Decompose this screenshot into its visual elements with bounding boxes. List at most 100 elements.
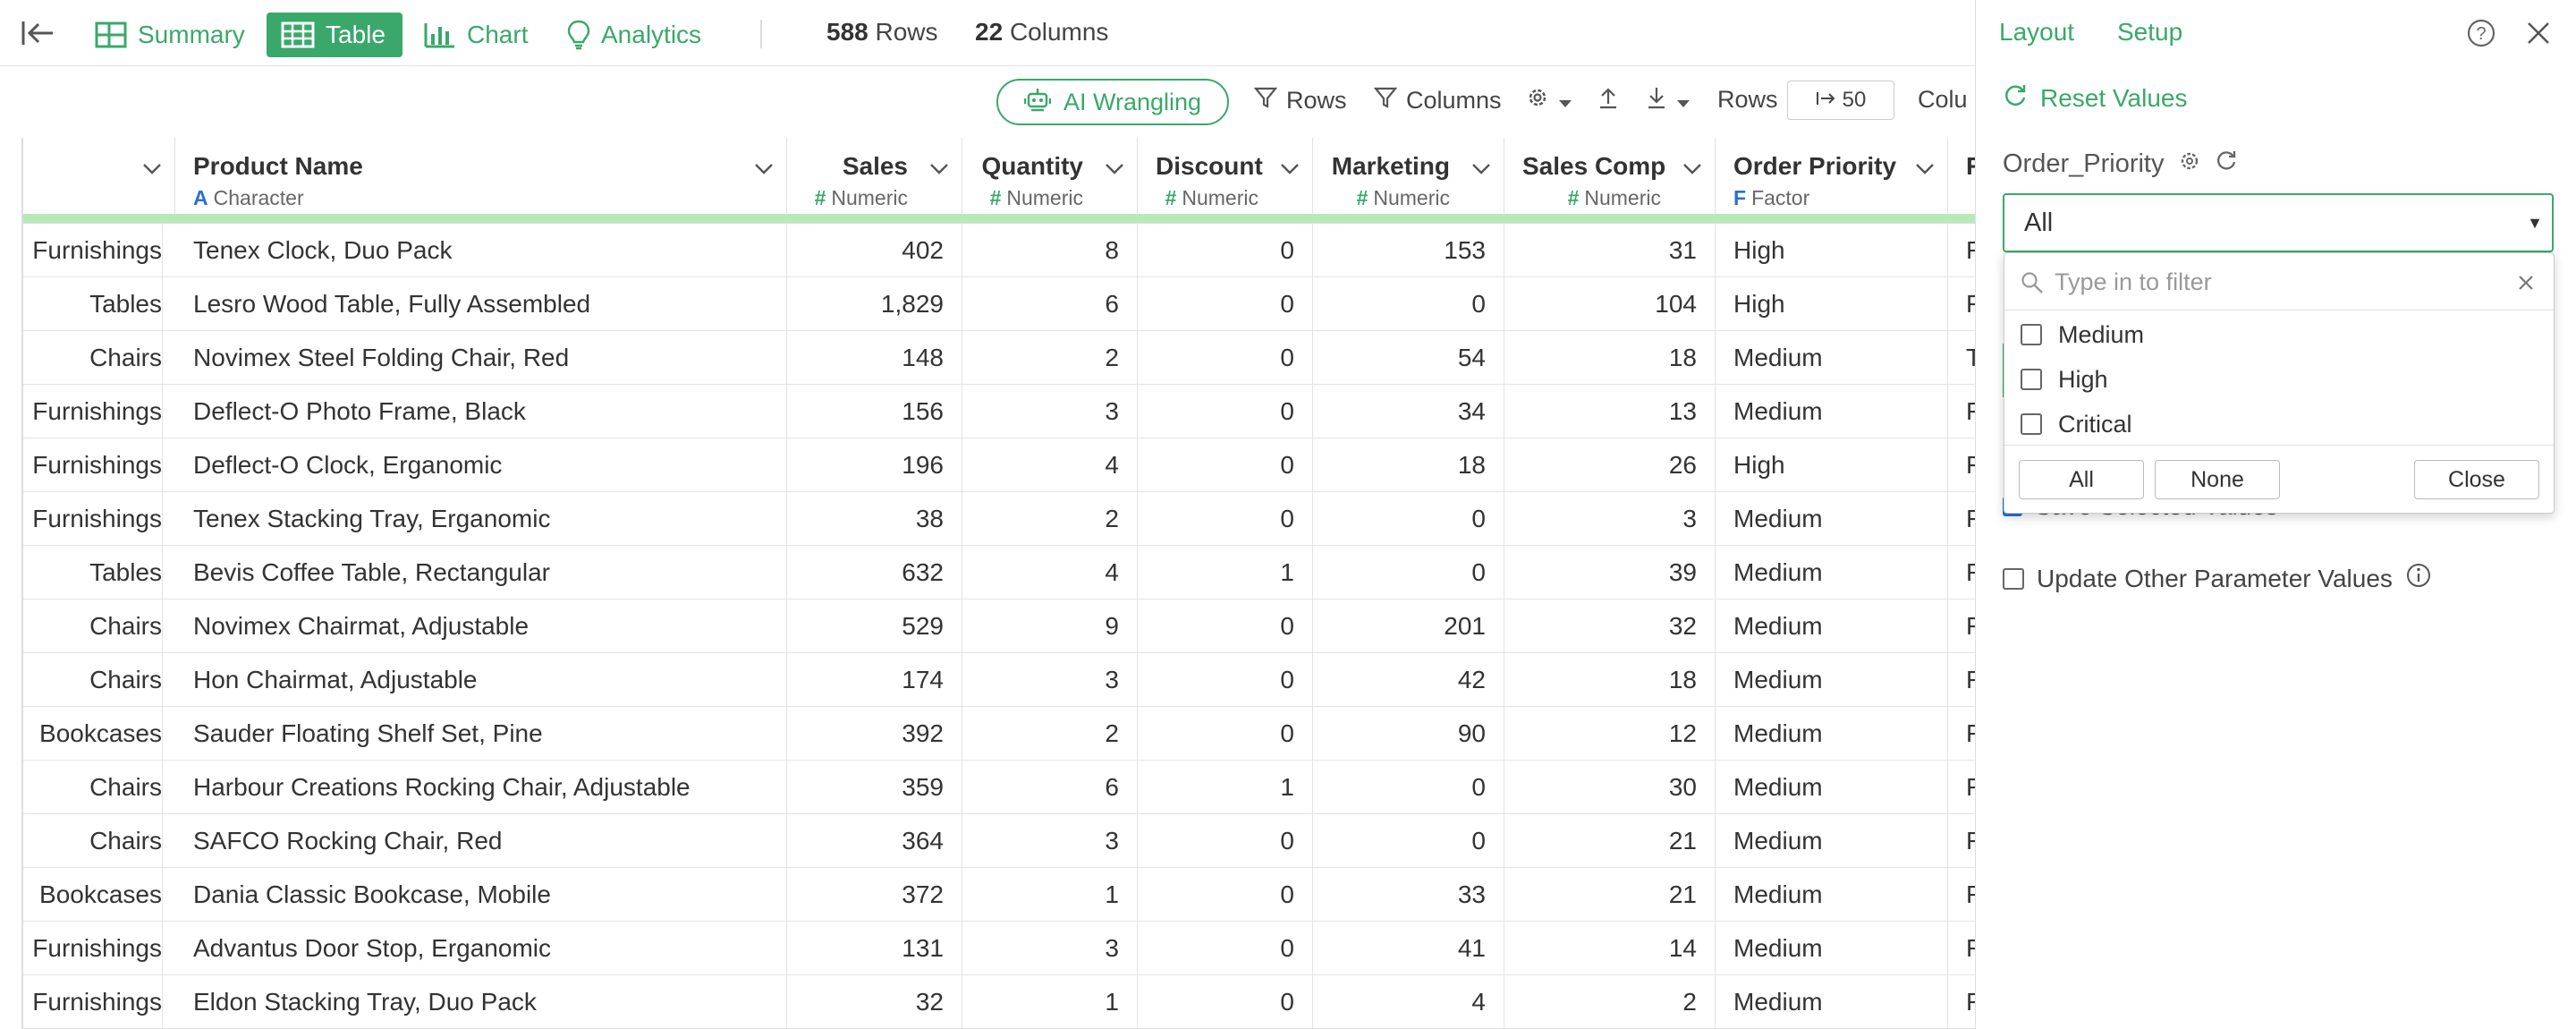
chevron-down-icon[interactable] [1280, 163, 1300, 180]
table-cell[interactable]: 2 [1504, 975, 1716, 1029]
table-cell[interactable]: F [1948, 653, 1975, 707]
table-cell[interactable]: Eldon Stacking Tray, Duo Pack [175, 975, 787, 1029]
chevron-down-icon[interactable] [1105, 163, 1124, 180]
table-cell[interactable]: Bookcases [23, 868, 163, 922]
table-cell[interactable]: Novimex Chairmat, Adjustable [175, 600, 787, 653]
table-cell[interactable]: 0 [1138, 814, 1313, 868]
table-cell[interactable]: 0 [1313, 546, 1504, 600]
table-cell[interactable]: F [1948, 438, 1975, 492]
table-cell[interactable]: F [1948, 868, 1975, 922]
ai-wrangling-button[interactable]: AI Wrangling [996, 79, 1229, 125]
table-cell[interactable]: 148 [787, 331, 962, 385]
table-cell[interactable]: Dania Classic Bookcase, Mobile [175, 868, 787, 922]
filter-search-input[interactable] [2055, 264, 2475, 300]
info-icon[interactable] [2405, 562, 2432, 595]
table-cell[interactable]: 31 [1504, 224, 1716, 277]
table-cell[interactable]: 3 [962, 814, 1138, 868]
column-header[interactable]: Product Name A Character [175, 138, 787, 215]
table-cell[interactable]: F [1948, 707, 1975, 761]
table-cell[interactable]: 6 [962, 761, 1138, 814]
table-cell[interactable]: Deflect-O Clock, Erganomic [175, 438, 787, 492]
chevron-down-icon[interactable] [1471, 163, 1491, 180]
rows-filter-button[interactable]: Rows [1253, 86, 1347, 115]
rows-per-page-input[interactable]: 50 [1787, 81, 1894, 120]
update-other-params-checkbox[interactable] [2003, 567, 2024, 590]
column-header[interactable]: Order Priority F Factor [1716, 138, 1948, 215]
table-cell[interactable]: Tables [23, 277, 163, 331]
tab-analytics[interactable]: Analytics [553, 13, 716, 57]
table-cell[interactable]: 0 [1138, 224, 1313, 277]
table-cell[interactable]: 1 [1138, 761, 1313, 814]
chevron-down-icon[interactable] [1915, 163, 1935, 180]
table-cell[interactable]: F [1948, 492, 1975, 546]
table-cell[interactable]: 0 [1138, 438, 1313, 492]
table-cell[interactable]: High [1716, 277, 1948, 331]
refresh-icon[interactable] [2215, 149, 2238, 179]
table-cell[interactable]: Medium [1716, 922, 1948, 975]
option-high[interactable]: High [2021, 357, 2108, 402]
table-cell[interactable]: 0 [1138, 331, 1313, 385]
table-cell[interactable]: 174 [787, 653, 962, 707]
table-cell[interactable]: 0 [1138, 975, 1313, 1029]
collapse-sidebar-icon[interactable] [20, 18, 55, 48]
table-cell[interactable]: Chairs [23, 600, 163, 653]
table-cell[interactable]: 18 [1313, 438, 1504, 492]
table-cell[interactable]: 34 [1313, 385, 1504, 438]
table-cell[interactable]: 156 [787, 385, 962, 438]
option-medium[interactable]: Medium [2021, 312, 2144, 357]
option-checkbox[interactable] [2021, 369, 2042, 390]
table-cell[interactable]: 0 [1313, 492, 1504, 546]
close-icon[interactable] [2525, 20, 2552, 51]
table-cell[interactable]: 4 [962, 438, 1138, 492]
table-cell[interactable]: 632 [787, 546, 962, 600]
table-cell[interactable]: Hon Chairmat, Adjustable [175, 653, 787, 707]
table-cell[interactable]: 3 [962, 385, 1138, 438]
table-cell[interactable]: 359 [787, 761, 962, 814]
table-cell[interactable]: Medium [1716, 868, 1948, 922]
table-cell[interactable]: Chairs [23, 814, 163, 868]
select-none-button[interactable]: None [2155, 460, 2280, 499]
close-dropdown-button[interactable]: Close [2414, 460, 2539, 499]
table-cell[interactable]: 32 [787, 975, 962, 1029]
table-cell[interactable]: Medium [1716, 653, 1948, 707]
columns-filter-button[interactable]: Columns [1373, 86, 1502, 115]
tab-chart[interactable]: Chart [410, 13, 542, 57]
table-cell[interactable]: 30 [1504, 761, 1716, 814]
column-header[interactable]: Sales Comp # Numeric [1504, 138, 1716, 215]
chevron-down-icon[interactable] [142, 163, 162, 180]
table-cell[interactable]: 1 [1138, 546, 1313, 600]
column-header[interactable]: Marketing # Numeric [1313, 138, 1504, 215]
table-cell[interactable]: Chairs [23, 761, 163, 814]
table-cell[interactable]: 39 [1504, 546, 1716, 600]
table-cell[interactable]: 26 [1504, 438, 1716, 492]
chevron-down-icon[interactable] [754, 163, 774, 180]
chevron-down-icon[interactable] [929, 163, 949, 180]
column-header[interactable]: Discount # Numeric [1138, 138, 1313, 215]
table-cell[interactable]: Medium [1716, 707, 1948, 761]
reset-values-button[interactable]: Reset Values [2003, 82, 2187, 114]
table-cell[interactable]: 0 [1313, 761, 1504, 814]
table-cell[interactable]: Lesro Wood Table, Fully Assembled [175, 277, 787, 331]
table-cell[interactable]: 32 [1504, 600, 1716, 653]
table-cell[interactable]: 3 [1504, 492, 1716, 546]
column-header[interactable]: Sales # Numeric [787, 138, 962, 215]
table-cell[interactable]: 12 [1504, 707, 1716, 761]
table-cell[interactable]: 3 [962, 653, 1138, 707]
table-cell[interactable]: 0 [1138, 277, 1313, 331]
table-cell[interactable]: F [1948, 224, 1975, 277]
table-cell[interactable]: 21 [1504, 814, 1716, 868]
table-cell[interactable]: 104 [1504, 277, 1716, 331]
table-cell[interactable]: Furnishings [23, 224, 163, 277]
clear-search-icon[interactable] [2518, 275, 2534, 295]
table-cell[interactable]: Medium [1716, 761, 1948, 814]
table-cell[interactable]: Furnishings [23, 975, 163, 1029]
panel-tab-layout[interactable]: Layout [1999, 18, 2074, 47]
table-cell[interactable]: 54 [1313, 331, 1504, 385]
table-cell[interactable]: F [1948, 975, 1975, 1029]
tab-table[interactable]: Table [267, 13, 402, 57]
table-cell[interactable]: F [1948, 546, 1975, 600]
table-cell[interactable]: 0 [1138, 922, 1313, 975]
table-cell[interactable]: 13 [1504, 385, 1716, 438]
export-button[interactable] [1597, 86, 1619, 115]
table-cell[interactable]: Medium [1716, 546, 1948, 600]
